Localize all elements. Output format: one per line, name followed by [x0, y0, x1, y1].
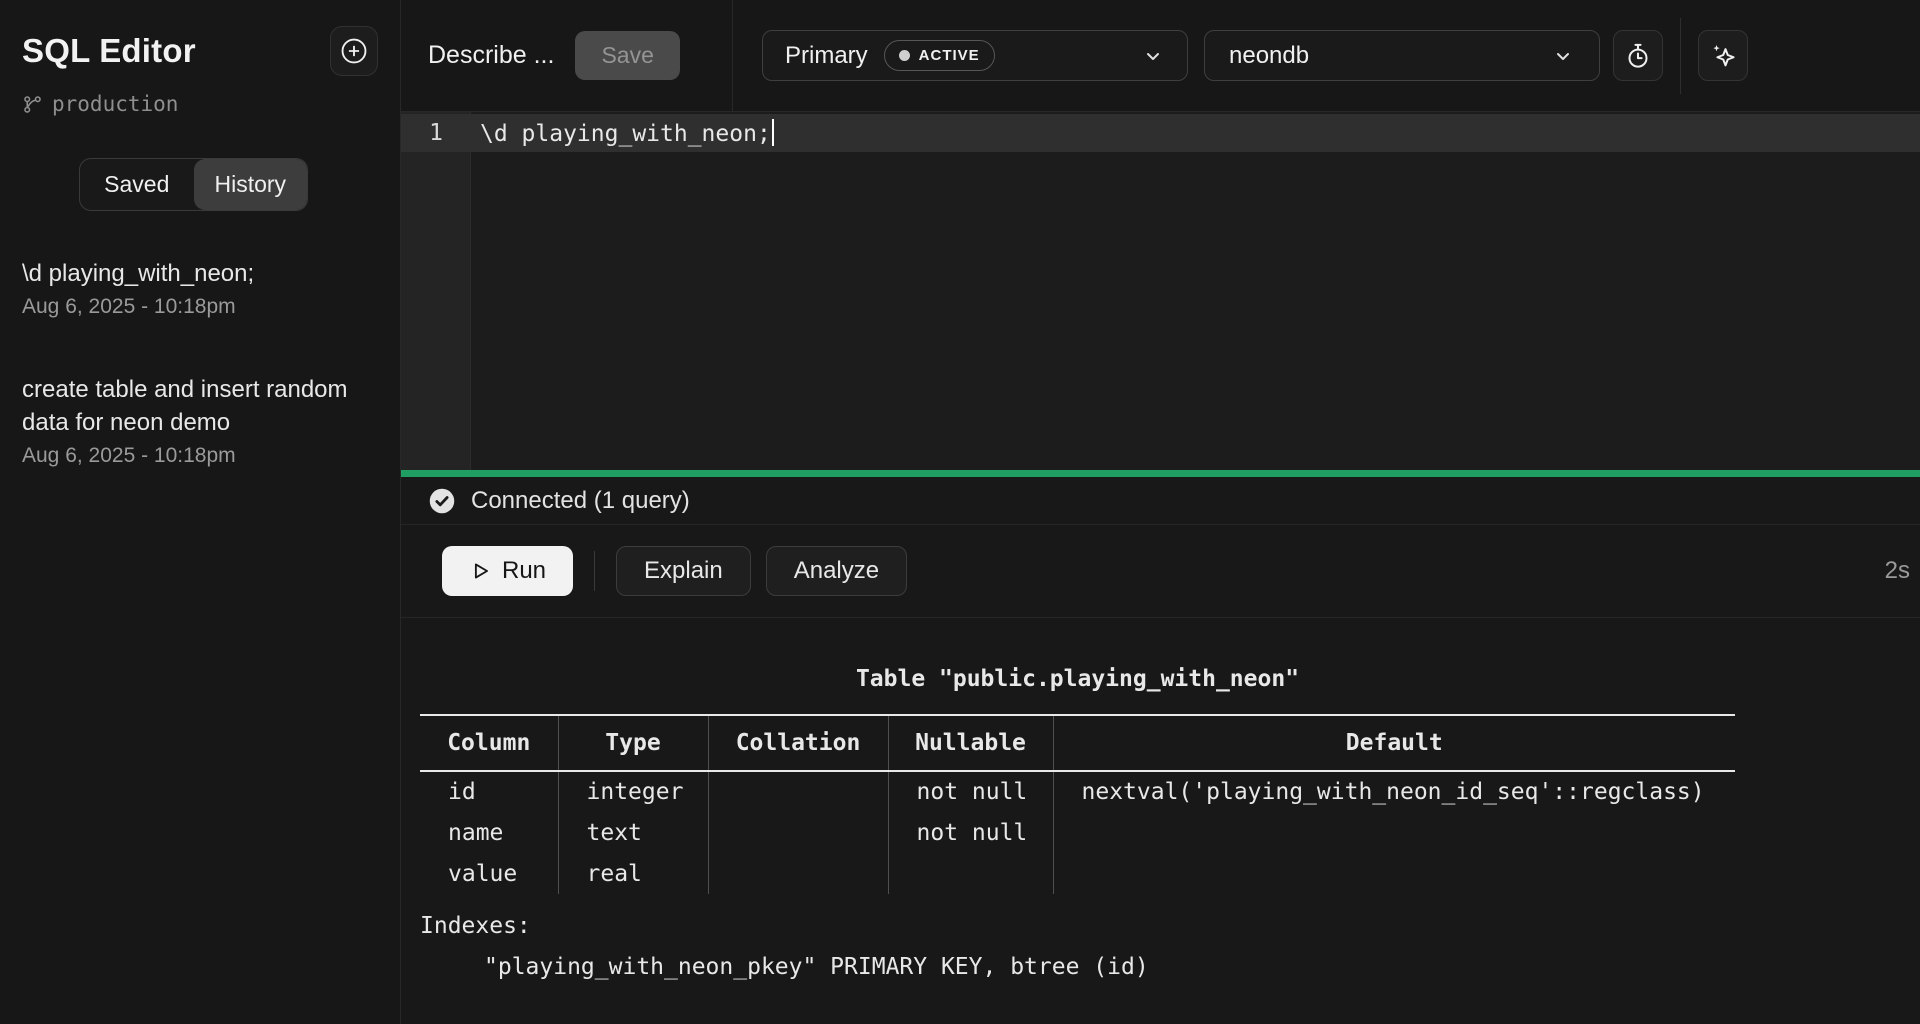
active-badge: ACTIVE [884, 40, 995, 71]
column-header: Type [558, 715, 708, 771]
query-history-timer-button[interactable] [1613, 30, 1663, 81]
cell [708, 812, 888, 853]
history-item-date: Aug 6, 2025 - 10:18pm [22, 295, 378, 319]
result-header-row: Column Type Collation Nullable Default [420, 715, 1735, 771]
column-header: Nullable [888, 715, 1053, 771]
history-item-title: create table and insert random data for … [22, 373, 378, 439]
sidebar-header: SQL Editor [22, 26, 378, 76]
indexes-block: Indexes: "playing_with_neon_pkey" PRIMAR… [420, 906, 1920, 988]
cell [708, 771, 888, 812]
git-branch-icon [22, 94, 43, 115]
column-header: Collation [708, 715, 888, 771]
branch-indicator: production [22, 92, 378, 116]
explain-button[interactable]: Explain [616, 546, 751, 596]
main-panel: Describe ... Save Primary ACTIVE neondb [401, 0, 1920, 1024]
active-badge-label: ACTIVE [919, 47, 980, 64]
page-title: SQL Editor [22, 26, 196, 70]
connection-statusbar: Connected (1 query) [401, 477, 1920, 525]
index-definition: "playing_with_neon_pkey" PRIMARY KEY, bt… [420, 947, 1920, 988]
table-row: value real [420, 853, 1735, 894]
plus-circle-icon [338, 35, 370, 67]
cell: not null [888, 771, 1053, 812]
cell: real [558, 853, 708, 894]
history-item-date: Aug 6, 2025 - 10:18pm [22, 444, 378, 468]
stopwatch-icon [1624, 42, 1652, 70]
saved-history-toggle: Saved History [79, 158, 308, 211]
tab-saved[interactable]: Saved [80, 159, 194, 210]
history-item-title: \d playing_with_neon; [22, 257, 378, 290]
editor-gutter [401, 112, 471, 470]
sql-code-editor[interactable]: 1 \d playing_with_neon; [401, 112, 1920, 470]
topbar-divider [1680, 18, 1681, 94]
cell: not null [888, 812, 1053, 853]
cell [1053, 853, 1735, 894]
query-duration: 2s [1885, 557, 1910, 585]
history-item[interactable]: \d playing_with_neon; Aug 6, 2025 - 10:1… [22, 257, 378, 319]
branch-select[interactable]: Primary ACTIVE [762, 30, 1188, 81]
branch-select-value: Primary [785, 42, 868, 70]
save-button[interactable]: Save [575, 31, 679, 80]
status-dot [899, 50, 910, 61]
chevron-down-icon [1141, 44, 1165, 68]
table-row: id integer not null nextval('playing_wit… [420, 771, 1735, 812]
cell: name [420, 812, 558, 853]
branch-name: production [52, 92, 178, 116]
play-icon [469, 560, 491, 582]
indexes-label: Indexes: [420, 906, 1920, 947]
query-toolbar: Run Explain Analyze 2s [401, 525, 1920, 618]
ai-assist-button[interactable] [1698, 30, 1748, 81]
analyze-button[interactable]: Analyze [766, 546, 907, 596]
cell [708, 853, 888, 894]
sql-editor-app: SQL Editor production Saved History [0, 0, 1920, 1024]
column-header: Column [420, 715, 558, 771]
column-header: Default [1053, 715, 1735, 771]
query-results: Table "public.playing_with_neon" Column … [401, 618, 1920, 1024]
chevron-down-icon [1551, 44, 1575, 68]
new-query-button[interactable] [330, 26, 378, 76]
cell [888, 853, 1053, 894]
topbar: Describe ... Save Primary ACTIVE neondb [401, 0, 1920, 112]
database-select[interactable]: neondb [1204, 30, 1600, 81]
text-cursor [772, 119, 774, 146]
sidebar: SQL Editor production Saved History [0, 0, 401, 1024]
check-circle-icon [428, 487, 456, 515]
code-line: \d playing_with_neon; [471, 119, 774, 147]
database-select-value: neondb [1229, 42, 1309, 70]
query-name-section: Describe ... Save [401, 0, 733, 111]
connection-status-text: Connected (1 query) [471, 487, 690, 515]
history-list: \d playing_with_neon; Aug 6, 2025 - 10:1… [22, 257, 378, 468]
cell: integer [558, 771, 708, 812]
sparkle-icon [1708, 41, 1738, 71]
history-item[interactable]: create table and insert random data for … [22, 373, 378, 468]
query-name[interactable]: Describe ... [428, 41, 554, 70]
toolbar-divider [594, 551, 595, 591]
result-table: Column Type Collation Nullable Default i… [420, 714, 1735, 894]
cell: text [558, 812, 708, 853]
tab-history[interactable]: History [194, 159, 308, 210]
table-row: name text not null [420, 812, 1735, 853]
line-number: 1 [401, 120, 471, 146]
pane-resize-handle[interactable] [401, 470, 1920, 477]
cell: value [420, 853, 558, 894]
cell: nextval('playing_with_neon_id_seq'::regc… [1053, 771, 1735, 812]
cell: id [420, 771, 558, 812]
cell [1053, 812, 1735, 853]
result-table-title: Table "public.playing_with_neon" [420, 666, 1735, 696]
run-button[interactable]: Run [442, 546, 573, 596]
editor-active-line: 1 \d playing_with_neon; [401, 114, 1920, 152]
